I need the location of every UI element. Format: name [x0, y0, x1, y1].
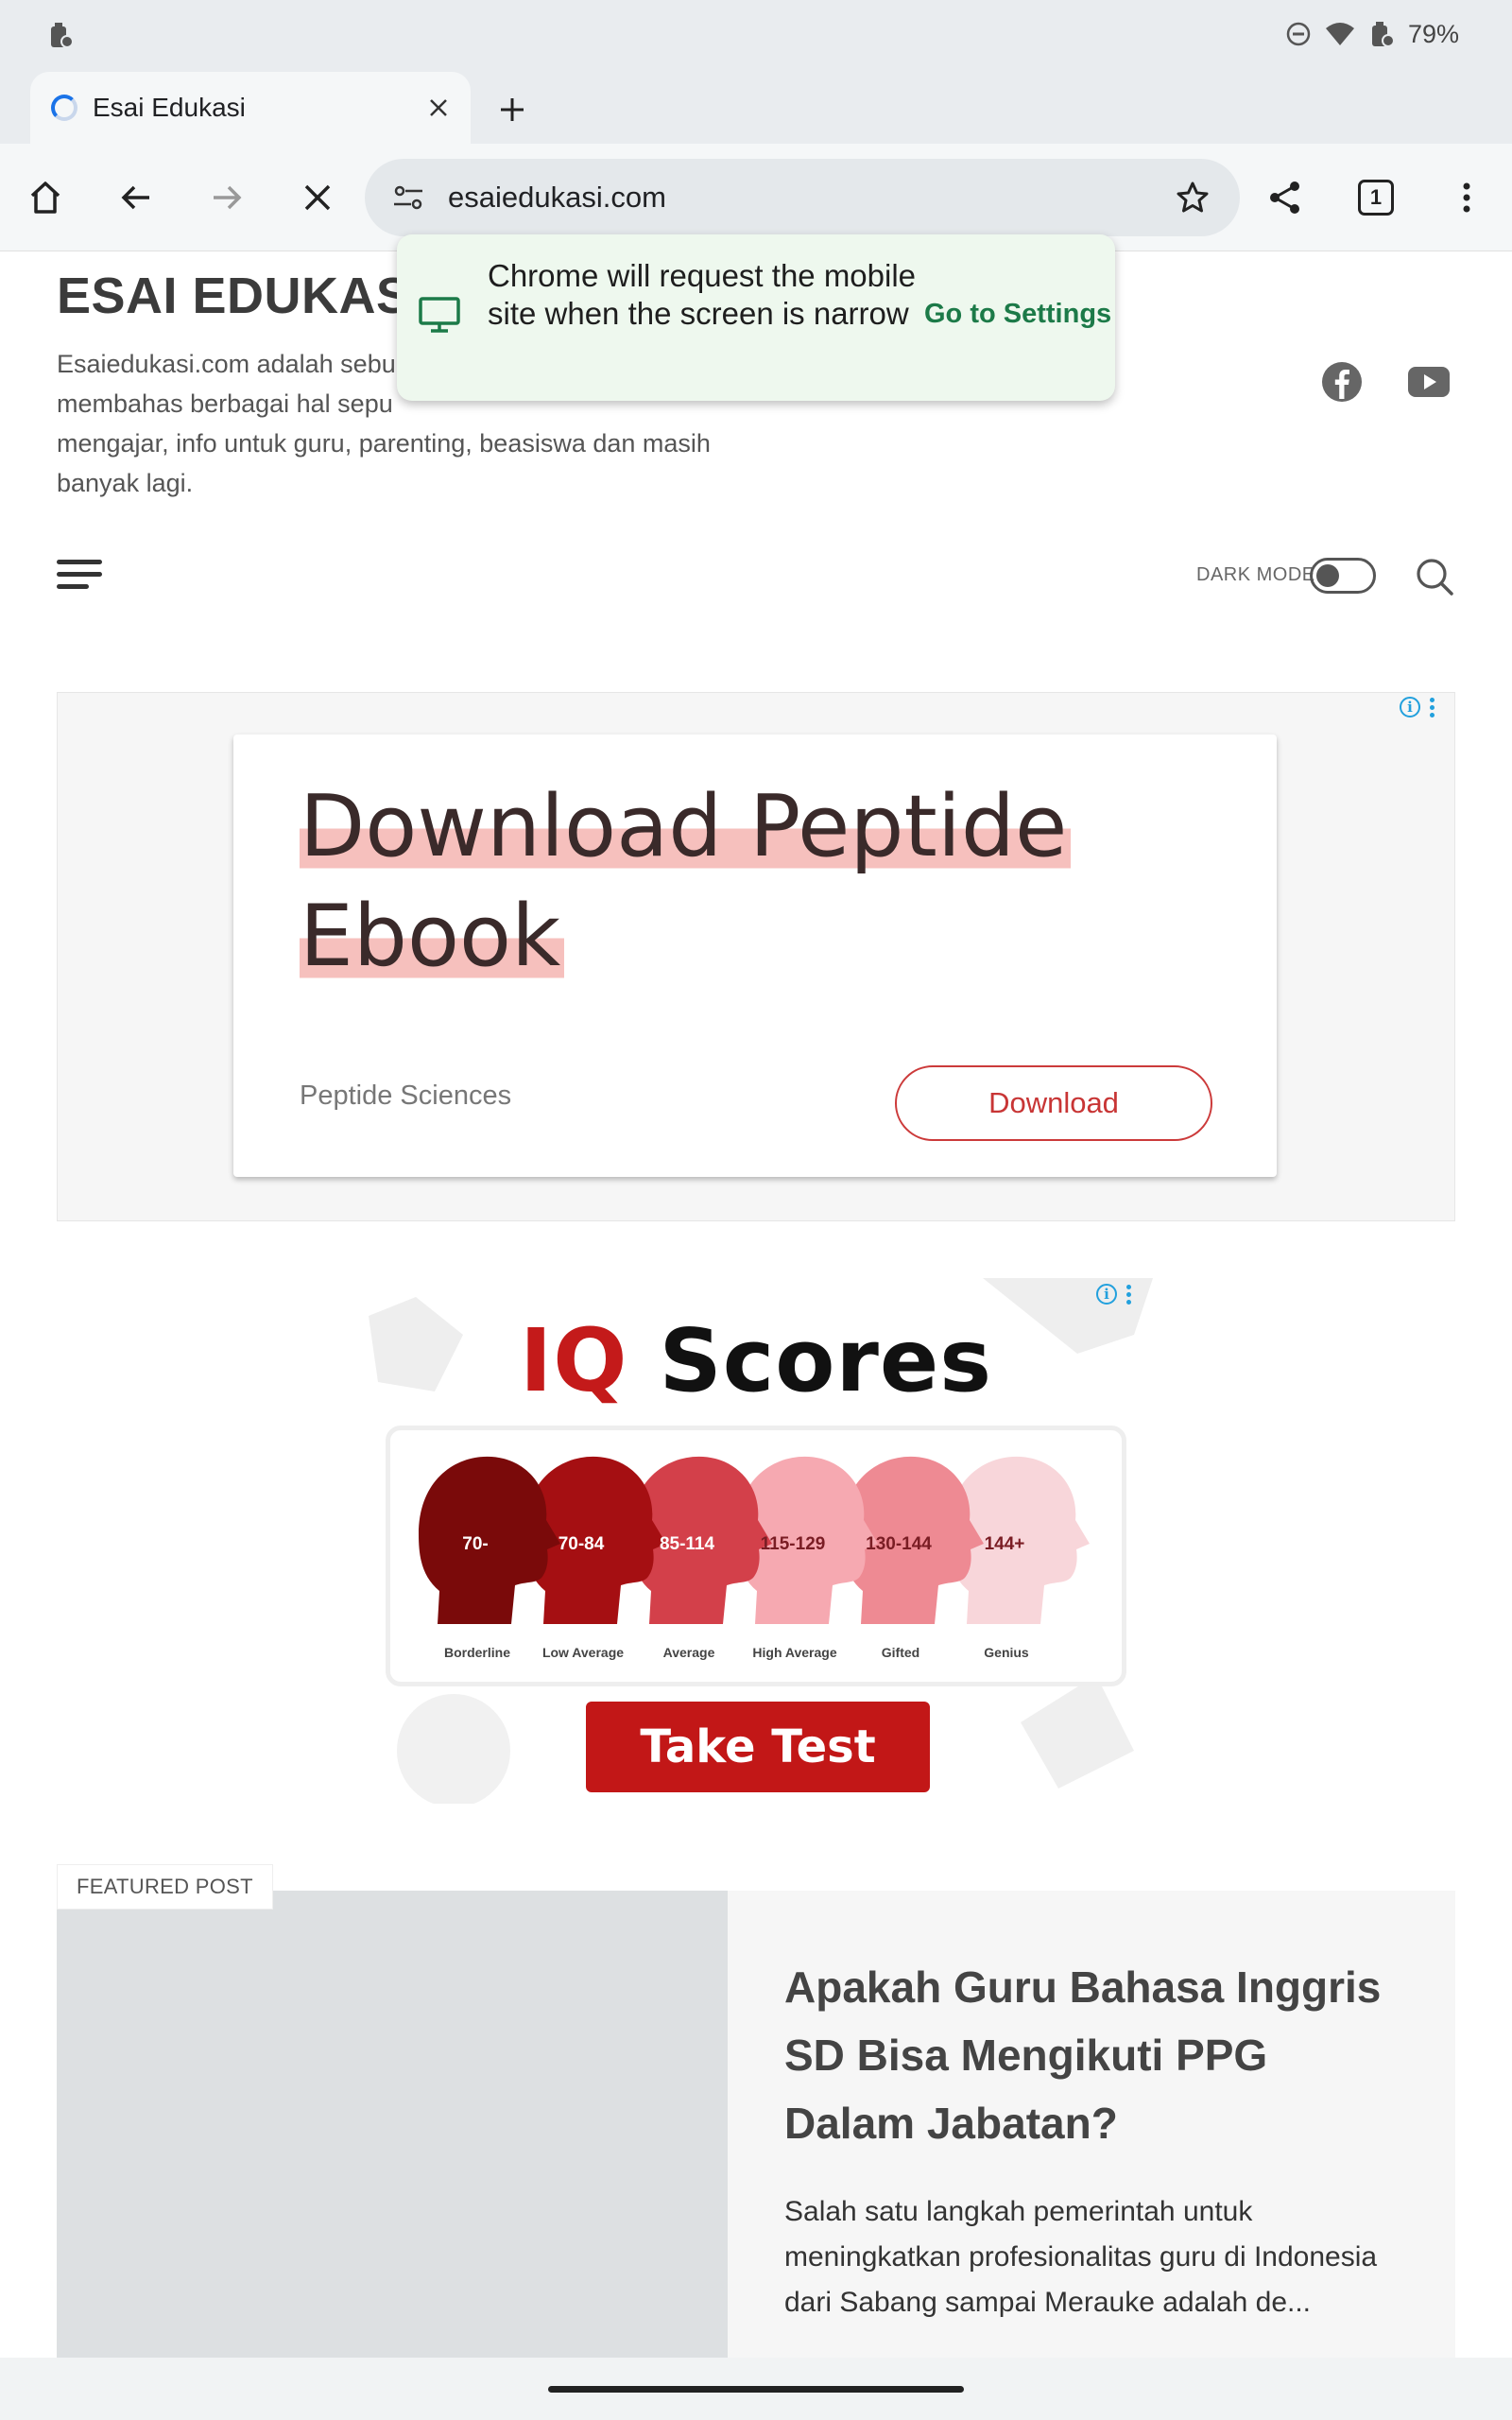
- loading-spinner-icon: [51, 95, 77, 121]
- tab-title: Esai Edukasi: [93, 93, 246, 122]
- bookmark-star-icon[interactable]: [1170, 175, 1215, 220]
- tab-switcher-button[interactable]: 1: [1349, 171, 1402, 224]
- address-bar[interactable]: esaiedukasi.com: [365, 159, 1240, 236]
- ad-headline[interactable]: Download Peptide Ebook: [300, 772, 1074, 992]
- take-test-button[interactable]: Take Test: [586, 1702, 930, 1792]
- tab-esai-edukasi[interactable]: Esai Edukasi: [30, 72, 471, 144]
- iq-category-label: Borderline: [444, 1645, 510, 1660]
- wifi-icon: [1325, 21, 1355, 47]
- new-tab-button[interactable]: [490, 87, 535, 132]
- home-icon: [30, 182, 60, 214]
- ad-download-button[interactable]: Download: [895, 1065, 1212, 1141]
- tab-strip: Esai Edukasi: [0, 68, 1512, 144]
- more-menu-button[interactable]: [1440, 171, 1493, 224]
- iq-category-label: High Average: [752, 1645, 836, 1660]
- featured-excerpt: Salah satu langkah pemerintah untuk meni…: [784, 2196, 1378, 2318]
- youtube-icon[interactable]: [1406, 359, 1452, 405]
- mobile-site-message-popup: Chrome will request the mobile site when…: [397, 234, 1115, 401]
- home-button[interactable]: [19, 171, 72, 224]
- ad-peptide[interactable]: i Download Peptide Ebook Peptide Science…: [57, 692, 1455, 1221]
- iq-range-label: 85-114: [660, 1534, 715, 1554]
- iq-category-label: Average: [663, 1645, 715, 1660]
- ad-advertiser: Peptide Sciences: [300, 1080, 512, 1111]
- forward-button[interactable]: [200, 171, 253, 224]
- ad-menu-icon[interactable]: [1430, 697, 1435, 717]
- dark-mode-label: DARK MODE: [1196, 564, 1315, 585]
- ad-iq-scores[interactable]: i IQ Scores 70- Borderline 70-84 Low Averag…: [359, 1278, 1153, 1804]
- battery-saver-icon: [47, 21, 74, 49]
- ad-info-icon[interactable]: i: [1400, 697, 1420, 717]
- battery-percent: 79%: [1407, 19, 1459, 48]
- iq-range-label: 70-84: [558, 1534, 605, 1554]
- more-vert-icon: [1463, 182, 1470, 213]
- facebook-icon[interactable]: [1319, 359, 1365, 405]
- back-button[interactable]: [110, 171, 163, 224]
- search-icon[interactable]: [1414, 556, 1455, 597]
- forward-icon: [214, 185, 242, 210]
- go-to-settings-button[interactable]: Go to Settings: [924, 299, 1111, 330]
- battery-icon: [1368, 20, 1395, 48]
- stop-icon: [304, 184, 331, 211]
- iq-category-label: Gifted: [882, 1645, 919, 1660]
- close-tab-icon[interactable]: [420, 89, 457, 127]
- ad-choices[interactable]: i: [1400, 697, 1435, 717]
- ad2-menu-icon[interactable]: [1126, 1284, 1131, 1305]
- dark-mode-toggle[interactable]: [1310, 558, 1376, 594]
- stop-loading-button[interactable]: [291, 171, 344, 224]
- iq-range-label: 130-144: [866, 1534, 932, 1554]
- ad-card[interactable]: Download Peptide Ebook Peptide Sciences …: [233, 735, 1277, 1177]
- iq-head-0: [419, 1456, 560, 1624]
- ad2-info-icon[interactable]: i: [1096, 1284, 1117, 1305]
- do-not-disturb-icon: [1285, 21, 1312, 47]
- iq-range-label: 70-: [462, 1534, 488, 1554]
- featured-image[interactable]: [57, 1891, 728, 2363]
- site-settings-icon[interactable]: [389, 179, 427, 216]
- iq-heads-graphic: 70- Borderline 70-84 Low Average 85-114 Avera…: [419, 1456, 1090, 1660]
- share-button[interactable]: [1259, 171, 1312, 224]
- site-title[interactable]: ESAI EDUKASI: [57, 267, 425, 325]
- status-bar: 79%: [0, 0, 1512, 68]
- iq-title: IQ Scores: [519, 1310, 992, 1411]
- popup-message: Chrome will request the mobile site when…: [488, 258, 917, 331]
- tab-count: 1: [1358, 180, 1394, 216]
- featured-title[interactable]: Apakah Guru Bahasa Inggris SD Bisa Mengi…: [784, 1953, 1408, 2157]
- iq-range-label: 115-129: [761, 1534, 826, 1554]
- url-text[interactable]: esaiedukasi.com: [448, 181, 1170, 215]
- back-icon: [121, 185, 149, 210]
- ad2-choices[interactable]: i: [1096, 1284, 1131, 1305]
- monitor-icon: [418, 293, 461, 337]
- featured-post-label: FEATURED POST: [57, 1864, 273, 1910]
- featured-post-card[interactable]: Apakah Guru Bahasa Inggris SD Bisa Mengi…: [728, 1891, 1455, 2363]
- iq-category-label: Genius: [984, 1645, 1029, 1660]
- hamburger-menu-icon[interactable]: [57, 556, 102, 594]
- share-icon: [1270, 182, 1299, 214]
- iq-heads-panel: 70- Borderline 70-84 Low Average 85-114 Avera…: [386, 1426, 1126, 1686]
- gesture-nav-bar: [0, 2358, 1512, 2420]
- home-gesture-handle[interactable]: [548, 2386, 964, 2393]
- iq-range-label: 144+: [985, 1534, 1025, 1554]
- iq-category-label: Low Average: [542, 1645, 624, 1660]
